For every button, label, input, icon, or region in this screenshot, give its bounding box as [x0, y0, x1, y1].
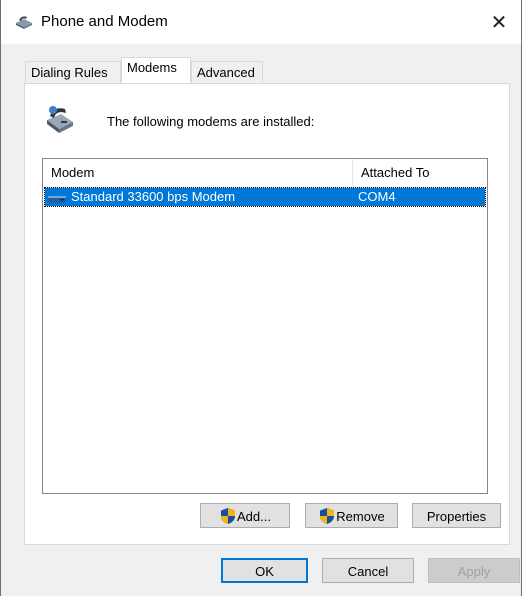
- apply-button: Apply: [428, 558, 520, 583]
- modem-small-icon: [47, 192, 67, 204]
- phone-and-modem-dialog: Phone and Modem ✕ Dialing Rules Modems A…: [0, 0, 522, 596]
- ok-button[interactable]: OK: [221, 558, 308, 583]
- modems-caption: The following modems are installed:: [107, 114, 315, 129]
- tab-advanced[interactable]: Advanced: [191, 61, 263, 82]
- modem-device-icon: [41, 104, 75, 136]
- add-button-label: Add...: [237, 509, 271, 524]
- tab-dialing-rules[interactable]: Dialing Rules: [25, 61, 121, 82]
- add-button[interactable]: Add...: [200, 503, 290, 528]
- modems-list[interactable]: Modem Attached To Standard 33600 bps Mod…: [42, 158, 488, 494]
- tab-modems[interactable]: Modems: [121, 57, 191, 83]
- list-header: Modem Attached To: [43, 159, 487, 188]
- column-header-modem[interactable]: Modem: [43, 159, 353, 187]
- modem-name: Standard 33600 bps Modem: [71, 189, 236, 204]
- phone-modem-icon: [14, 14, 34, 30]
- list-item[interactable]: Standard 33600 bps Modem COM4: [44, 187, 486, 207]
- modem-port: COM4: [358, 189, 396, 204]
- remove-button[interactable]: Remove: [305, 503, 398, 528]
- column-header-attached-to[interactable]: Attached To: [353, 159, 487, 187]
- uac-shield-icon: [318, 507, 336, 525]
- tab-strip: Dialing Rules Modems Advanced: [1, 44, 521, 84]
- title-bar: Phone and Modem ✕: [1, 0, 521, 44]
- cancel-button[interactable]: Cancel: [322, 558, 414, 583]
- close-icon: ✕: [490, 11, 508, 34]
- modems-tab-panel: The following modems are installed: Mode…: [24, 83, 510, 545]
- window-title: Phone and Modem: [41, 13, 168, 30]
- properties-button[interactable]: Properties: [412, 503, 501, 528]
- uac-shield-icon: [219, 507, 237, 525]
- close-button[interactable]: ✕: [477, 0, 521, 44]
- remove-button-label: Remove: [336, 509, 385, 524]
